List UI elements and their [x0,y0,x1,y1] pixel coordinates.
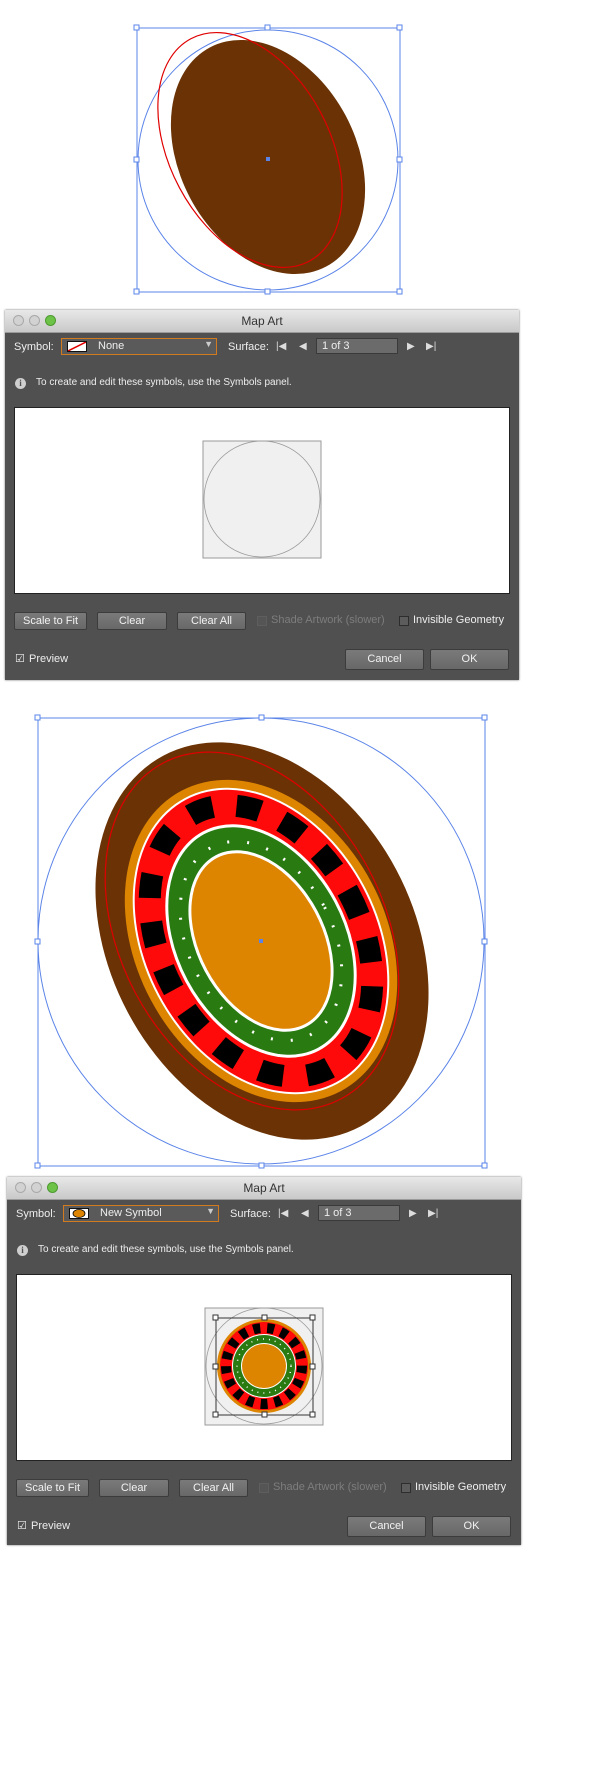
info-text: To create and edit these symbols, use th… [38,1244,294,1255]
next-surface-icon[interactable]: ▶ [407,341,415,352]
roulette-symbol-swatch-icon [69,1208,89,1219]
map-art-dialog-1: Map Art Symbol: None ▼ Surface: |◀ ◀ 1 o… [5,310,519,680]
scale-to-fit-button[interactable]: Scale to Fit [16,1479,89,1497]
ok-button[interactable]: OK [432,1516,511,1537]
info-icon: i [15,378,26,389]
previous-surface-icon[interactable]: ◀ [299,341,307,352]
mapped-roulette-symbol[interactable] [217,1319,311,1413]
symbol-selected-value: New Symbol [100,1207,162,1219]
previous-surface-icon[interactable]: ◀ [301,1208,309,1219]
symbol-dropdown[interactable]: New Symbol ▼ [63,1205,219,1222]
map-preview-area[interactable] [14,407,510,594]
brown-ellipse-artwork [133,24,403,295]
shade-artwork-checkbox[interactable] [259,1483,269,1493]
invisible-geometry-checkbox[interactable] [399,616,409,626]
symbol-label: Symbol: [14,341,54,353]
surface-field[interactable]: 1 of 3 [316,338,398,354]
surface-preview-graphic [202,440,322,559]
dialog-title: Map Art [241,314,283,328]
cancel-button[interactable]: Cancel [345,649,424,670]
clear-button[interactable]: Clear [97,612,167,630]
preview-checkbox[interactable]: ☑ [15,652,25,665]
next-surface-icon[interactable]: ▶ [409,1208,417,1219]
preview-label: Preview [31,1520,71,1532]
chevron-down-icon: ▼ [206,1206,215,1216]
last-surface-icon[interactable]: ▶| [426,341,436,352]
shade-artwork-label: Shade Artwork (slower) [273,1481,387,1493]
symbol-dropdown[interactable]: None ▼ [61,338,217,355]
info-text: To create and edit these symbols, use th… [36,377,292,388]
map-art-dialog-2: Map Art Symbol: New Symbol ▼ Surface: |◀… [7,1177,521,1545]
map-preview-area[interactable] [16,1274,512,1461]
artboard-preview-1 [0,0,600,305]
preview-label: Preview [29,653,69,665]
title-bar: Map Art [5,310,519,333]
invisible-geometry-label: Invisible Geometry [413,614,505,626]
chevron-down-icon: ▼ [204,339,213,349]
surface-field[interactable]: 1 of 3 [318,1205,400,1221]
clear-all-button[interactable]: Clear All [179,1479,248,1497]
scale-to-fit-button[interactable]: Scale to Fit [14,612,87,630]
first-surface-icon[interactable]: |◀ [278,1208,288,1219]
clear-all-button[interactable]: Clear All [177,612,246,630]
clear-button[interactable]: Clear [99,1479,169,1497]
shade-artwork-label: Shade Artwork (slower) [271,614,385,626]
none-swatch-icon [67,341,87,352]
preview-checkbox[interactable]: ☑ [17,1519,27,1532]
cancel-button[interactable]: Cancel [347,1516,426,1537]
title-bar: Map Art [7,1177,521,1200]
surface-label: Surface: [228,341,269,353]
symbol-selected-value: None [98,340,125,352]
ok-button[interactable]: OK [430,649,509,670]
invisible-geometry-label: Invisible Geometry [415,1481,507,1493]
surface-preview-graphic [204,1307,324,1426]
shade-artwork-checkbox[interactable] [257,616,267,626]
invisible-geometry-checkbox[interactable] [401,1483,411,1493]
last-surface-icon[interactable]: ▶| [428,1208,438,1219]
dialog-title: Map Art [243,1181,285,1195]
symbol-label: Symbol: [16,1208,56,1220]
surface-label: Surface: [230,1208,271,1220]
info-icon: i [17,1245,28,1256]
artboard-preview-2 [0,710,600,1170]
roulette-wheel-artwork [34,714,488,1169]
first-surface-icon[interactable]: |◀ [276,341,286,352]
